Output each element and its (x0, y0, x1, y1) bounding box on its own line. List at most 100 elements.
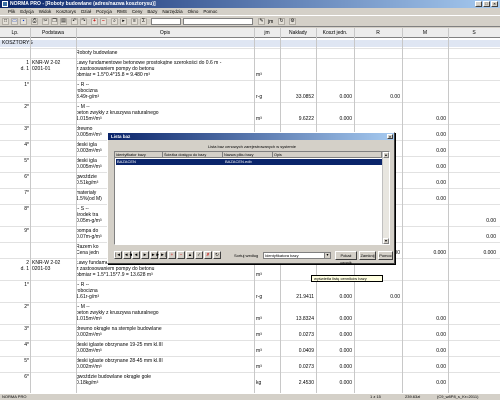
tools-icon[interactable]: ⚙ (289, 18, 296, 25)
col-naklady[interactable]: Nakłady (280, 30, 316, 36)
cell-lp: 6* (24, 374, 29, 380)
menu-pomoc[interactable]: Pomoc (203, 8, 217, 15)
list-col-identyfikator[interactable]: Identyfikator bazy (115, 152, 163, 158)
menu-okno[interactable]: Okno (188, 8, 199, 15)
cell-opis: Roboty budowlane (76, 50, 118, 56)
nav-insert-icon[interactable]: + (168, 251, 176, 259)
col-r[interactable]: R (354, 30, 402, 36)
section-kosztorys[interactable]: KOSZTORYS (0, 40, 500, 47)
dialog-close-icon[interactable]: × (387, 134, 393, 139)
calc-icon[interactable]: Σ (140, 18, 147, 25)
menu-edit[interactable]: Edycja (20, 8, 34, 15)
col-koszt-jedn[interactable]: Koszt jedn. (316, 30, 354, 36)
open-icon[interactable]: ▭ (11, 18, 18, 25)
nav-first-icon[interactable]: |◄ (114, 251, 122, 259)
redo-icon[interactable]: ↷ (80, 18, 87, 25)
nav-cancel-icon[interactable]: ✗ (204, 251, 212, 259)
cell-lp: 4* (24, 342, 29, 348)
nav-refresh-icon[interactable]: ↻ (213, 251, 221, 259)
nav-delete-icon[interactable]: − (177, 251, 185, 259)
save-icon[interactable]: ▪ (20, 18, 27, 25)
menu-bazy[interactable]: Bazy (147, 8, 157, 15)
col-opis[interactable]: Opis (76, 30, 254, 36)
menu-view[interactable]: Widok (39, 8, 52, 15)
cut-icon[interactable]: ✂ (42, 18, 49, 25)
view-combo[interactable] (183, 18, 253, 25)
cell-koszt: 0.000 (339, 380, 352, 386)
cell-m: 0.00 (436, 164, 446, 170)
cell-m: 0.00 (436, 132, 446, 138)
nav-post-icon[interactable]: ✓ (195, 251, 203, 259)
nav-prev-page-icon[interactable]: ◄◄ (123, 251, 133, 259)
table-row[interactable] (0, 356, 500, 357)
table-row[interactable] (0, 280, 500, 281)
table-row[interactable] (0, 324, 500, 325)
menu-narzedzia[interactable]: Narzędzia (162, 8, 182, 15)
maximize-button[interactable]: □ (483, 1, 490, 7)
level-combo[interactable] (151, 18, 181, 25)
copy-icon[interactable]: ❐ (51, 18, 58, 25)
menu-kosztorys[interactable]: Kosztorys (56, 8, 76, 15)
nav-prev-icon[interactable]: ◄ (132, 251, 140, 259)
table-row[interactable] (0, 58, 500, 59)
menu-rms[interactable]: RMS (117, 8, 127, 15)
table-row[interactable] (0, 48, 500, 49)
nav-edit-icon[interactable]: ▲ (186, 251, 194, 259)
toolbar: □ ▭ ▪ ⎙ ✂ ❐ ▤ ↶ ↷ + − ⌕ ▸ ≡ Σ ✎ jm ↻ ⚙ (0, 15, 500, 27)
cell-lp: 8* (24, 206, 29, 212)
col-m[interactable]: M (402, 30, 448, 36)
table-row[interactable] (0, 302, 500, 303)
table-row[interactable] (0, 372, 500, 373)
window-title: NORMA PRO - [Roboty budowlane (adres/naz… (10, 1, 156, 7)
scroll-down-icon[interactable]: ▼ (383, 238, 389, 244)
nav-next-page-icon[interactable]: ►► (150, 251, 160, 259)
new-icon[interactable]: □ (2, 18, 9, 25)
delete-row-icon[interactable]: − (100, 18, 107, 25)
cell-jm: r-g (256, 94, 263, 100)
minimize-button[interactable]: _ (475, 1, 482, 7)
list-col-nazwa-pliku[interactable]: Nazwa pliku bazy (223, 152, 273, 158)
menu-dzial[interactable]: Dział (81, 8, 91, 15)
chevron-down-icon[interactable]: ▼ (324, 253, 330, 258)
list-row-selected[interactable]: BAZACEN BAZACEN.edb (116, 159, 382, 165)
menu-pozycja[interactable]: Pozycja (96, 8, 112, 15)
bases-list[interactable]: Identyfikator bazy Ścieżka dostępu do ba… (114, 151, 390, 245)
sort-select[interactable]: Identyfikatora bazy ▼ (263, 252, 331, 259)
dialog-titlebar: Lista baz × (108, 133, 394, 140)
cell-naklady: 0.0273 (298, 364, 314, 370)
table-row[interactable] (0, 124, 500, 125)
show-pricelist-button[interactable]: Pokaż cennik (335, 251, 357, 265)
close-dialog-button[interactable]: Zamknij (359, 251, 376, 260)
col-podstawa[interactable]: Podstawa (30, 30, 76, 36)
list-col-opis[interactable]: Opis (273, 152, 382, 158)
col-lp[interactable]: Lp. (0, 30, 30, 36)
paste-icon[interactable]: ▤ (60, 18, 67, 25)
grid-header: Lp. Podstawa Opis jm Nakłady Koszt jedn.… (0, 28, 500, 38)
help-button[interactable]: Pomoc (378, 251, 393, 260)
cell-m: 0.00 (436, 348, 446, 354)
col-jm[interactable]: jm (254, 30, 280, 36)
nav-next-icon[interactable]: ► (141, 251, 149, 259)
col-s[interactable]: S (448, 30, 500, 36)
cell-opis: -- R -- robocizna 3.49r-g/m³ (76, 82, 100, 100)
insert-row-icon[interactable]: + (91, 18, 98, 25)
close-button[interactable]: × (491, 1, 498, 7)
cell-r: 0.00 (390, 94, 400, 100)
cell-jm: m³ (256, 272, 262, 278)
table-row[interactable] (0, 102, 500, 103)
table-row[interactable] (0, 340, 500, 341)
menu-file[interactable]: Plik (8, 8, 15, 15)
menu-ceny[interactable]: Ceny (132, 8, 143, 15)
rms-icon[interactable]: ≡ (131, 18, 138, 25)
refresh-icon[interactable]: ↻ (278, 18, 285, 25)
position-icon[interactable]: ▸ (120, 18, 127, 25)
undo-icon[interactable]: ↶ (71, 18, 78, 25)
list-col-sciezka[interactable]: Ścieżka dostępu do bazy (163, 152, 223, 158)
cell-jm: m³ (256, 332, 262, 338)
nav-last-icon[interactable]: ►| (159, 251, 167, 259)
table-row[interactable] (0, 80, 500, 81)
scroll-up-icon[interactable]: ▲ (383, 152, 389, 158)
find-icon[interactable]: ⌕ (111, 18, 118, 25)
list-scrollbar[interactable]: ▲ ▼ (382, 152, 389, 244)
print-icon[interactable]: ⎙ (31, 18, 38, 25)
